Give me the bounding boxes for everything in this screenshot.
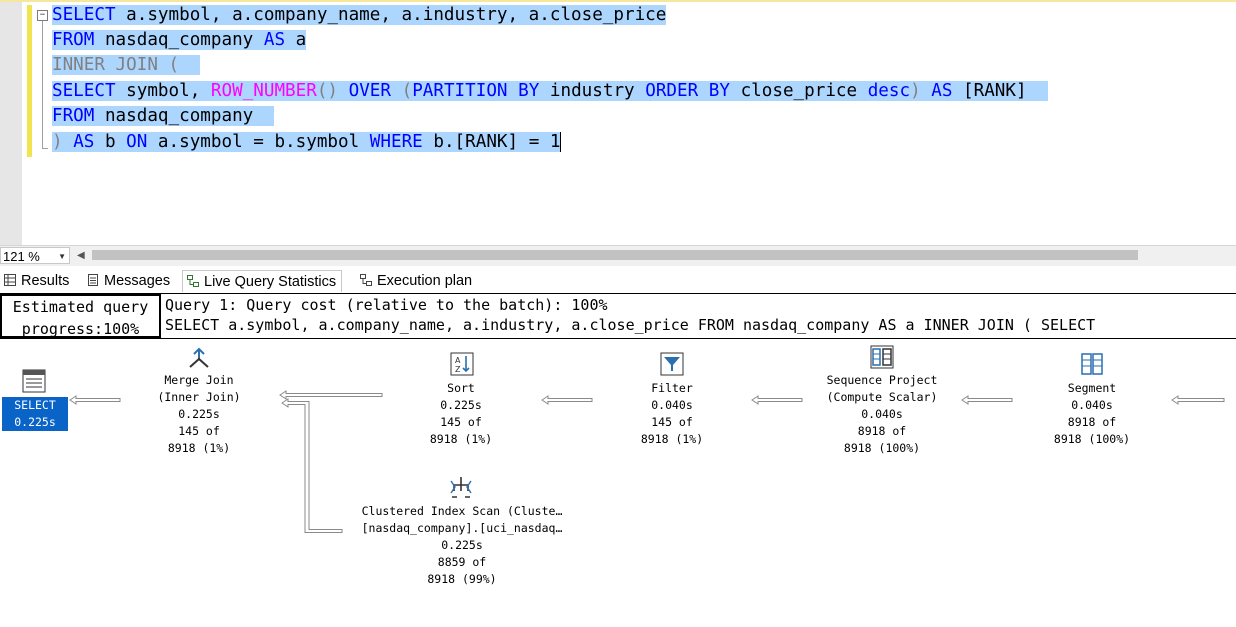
keyword: WHERE [369, 132, 423, 152]
code-text: nasdaq_company [94, 106, 254, 126]
plan-arrows [69, 390, 1225, 533]
keyword: SELECT [52, 81, 116, 101]
query-text: SELECT a.symbol, a.company_name, a.indus… [165, 316, 1096, 334]
keyword: FROM [52, 30, 95, 50]
code-line-3[interactable]: INNER JOIN ( [52, 53, 201, 78]
arrow-sort-to-merge [279, 390, 383, 400]
code-line-2[interactable]: FROM nasdaq_company AS a [52, 28, 307, 53]
chevron-down-icon: ▼ [58, 252, 66, 261]
change-indicator-bar [27, 5, 32, 157]
keyword: SELECT [52, 5, 116, 25]
arrow-merge-to-select [69, 395, 121, 405]
fold-guide-line [42, 21, 43, 148]
scroll-left-icon[interactable]: ◀ [77, 250, 85, 261]
progress-box: Estimated query progress:100% [0, 294, 161, 338]
code-text: ( [391, 81, 413, 101]
tab-label: Execution plan [377, 273, 473, 289]
code-line-1[interactable]: SELECT a.symbol, a.company_name, a.indus… [52, 3, 667, 28]
code-text: nasdaq_company [94, 30, 264, 50]
keyword: OVER [348, 81, 391, 101]
arrow-seqproject-to-filter [751, 395, 803, 405]
code-text: a.symbol = b.symbol [147, 132, 370, 152]
code-text: () [316, 81, 349, 101]
keyword: AS [931, 81, 953, 101]
tab-live-query-statistics[interactable]: Live Query Statistics [182, 270, 343, 292]
zoom-dropdown[interactable]: 121 % ▼ [0, 247, 70, 264]
code-text: industry [539, 81, 646, 101]
keyword-gray: INNER JOIN ( [52, 55, 180, 75]
keyword: ORDER BY [645, 81, 730, 101]
tab-execution-plan[interactable]: Execution plan [356, 270, 477, 292]
code-text: close_price [729, 81, 868, 101]
query-info-strip: Estimated query progress:100% Query 1: Q… [0, 293, 1236, 339]
tab-label: Messages [104, 273, 171, 289]
code-line-4[interactable]: SELECT symbol, ROW_NUMBER() OVER (PARTIT… [52, 79, 1048, 104]
zoom-value: 121 % [3, 249, 40, 264]
progress-label: Estimated query [12, 298, 149, 316]
tab-label: Results [21, 273, 70, 289]
code-line-5[interactable]: FROM nasdaq_company [52, 104, 275, 129]
code-text: symbol, [115, 81, 211, 101]
function-name: ROW_NUMBER [210, 81, 317, 101]
editor-status-bar: 121 % ▼ ◀ [0, 245, 1236, 266]
code-text: b.[RANK] = 1 [422, 132, 561, 152]
keyword: AS [263, 30, 286, 50]
fold-guide-end [42, 148, 48, 149]
code-text: [RANK] [952, 81, 1027, 101]
code-text: a [285, 30, 307, 50]
live-stats-icon [187, 275, 199, 287]
grid-icon [4, 274, 16, 286]
keyword: desc [867, 81, 911, 101]
code-text: a.symbol, a.company_name, a.industry, a.… [115, 5, 667, 25]
code-text: b [94, 132, 127, 152]
collapse-icon[interactable]: − [37, 10, 48, 21]
editor-gutter [0, 2, 22, 245]
tab-label: Live Query Statistics [204, 274, 337, 290]
text-caret [560, 132, 562, 152]
tab-messages[interactable]: Messages [83, 270, 175, 292]
tab-results[interactable]: Results [0, 270, 74, 292]
query-cost-text: Query 1: Query cost (relative to the bat… [165, 296, 608, 314]
keyword: AS [73, 132, 95, 152]
message-icon [88, 274, 98, 286]
results-tabs: Results Messages Live Query Statistics E… [0, 270, 1236, 293]
arrow-segment-to-seqproject [961, 395, 1013, 405]
sql-editor[interactable]: − SELECT a.symbol, a.company_name, a.ind… [0, 0, 1236, 245]
keyword: PARTITION BY [412, 81, 540, 101]
horizontal-scrollbar[interactable] [92, 250, 1138, 260]
arrow-scan-to-merge [281, 398, 343, 533]
code-line-6[interactable]: ) AS b ON a.symbol = b.symbol WHERE b.[R… [52, 130, 562, 155]
keyword: FROM [52, 106, 95, 126]
execution-plan-icon [360, 274, 372, 286]
progress-value: progress:100% [21, 320, 140, 338]
arrow-into-segment [1171, 395, 1225, 405]
code-text: ) [52, 132, 74, 152]
arrow-filter-to-sort [541, 395, 593, 405]
code-text: ) [910, 81, 932, 101]
keyword: ON [126, 132, 148, 152]
